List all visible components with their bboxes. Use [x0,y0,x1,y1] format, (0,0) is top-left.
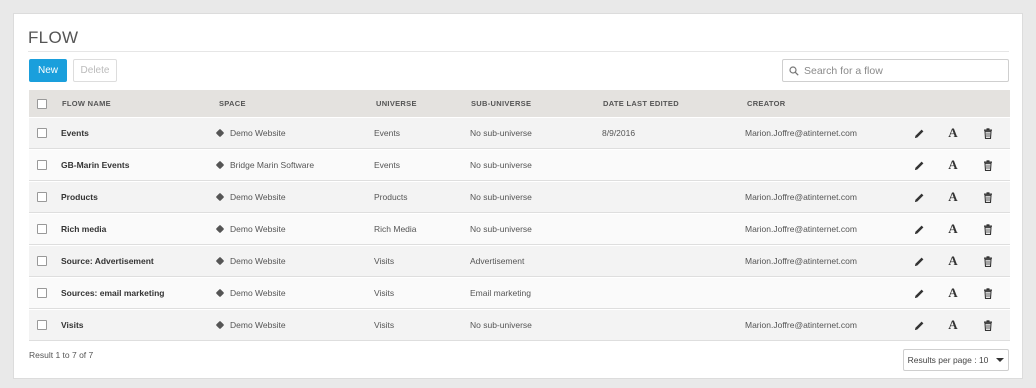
sub-universe: No sub-universe [470,320,532,330]
search-input[interactable]: Search for a flow [782,59,1009,82]
space-name: Demo Website [230,128,286,138]
cube-icon [215,320,225,330]
trash-icon[interactable] [982,127,994,139]
trash-icon[interactable] [982,223,994,235]
font-a-icon[interactable]: A [947,253,959,268]
font-a-icon[interactable]: A [947,189,959,204]
pencil-icon[interactable] [913,159,925,171]
table-header: FLOW NAME SPACE UNIVERSE SUB-UNIVERSE DA… [29,90,1010,117]
creator: Marion.Joffre@atinternet.com [745,192,857,202]
cube-icon [215,192,225,202]
row-checkbox[interactable] [37,320,47,330]
flow-name[interactable]: Events [61,118,89,148]
flow-name[interactable]: Products [61,182,98,212]
pencil-icon[interactable] [913,287,925,299]
caret-down-icon [996,358,1005,362]
cube-icon [215,224,225,234]
table-row[interactable]: Events Demo Website Events No sub-univer… [29,117,1010,149]
new-button[interactable]: New [29,59,67,82]
flow-panel: FLOW New Delete Search for a flow FLOW N… [13,13,1023,379]
trash-icon[interactable] [982,319,994,331]
sub-universe: No sub-universe [470,160,532,170]
cube-icon [215,256,225,266]
sub-universe: No sub-universe [470,128,532,138]
header-date-last-edited[interactable]: DATE LAST EDITED [603,90,679,117]
sub-universe: No sub-universe [470,224,532,234]
sub-universe: Email marketing [470,288,531,298]
sub-universe: No sub-universe [470,192,532,202]
creator: Marion.Joffre@atinternet.com [745,256,857,266]
header-creator[interactable]: CREATOR [747,90,786,117]
trash-icon[interactable] [982,255,994,267]
row-checkbox[interactable] [37,128,47,138]
cube-icon [215,160,225,170]
table-row[interactable]: Products Demo Website Products No sub-un… [29,181,1010,213]
pencil-icon[interactable] [913,319,925,331]
title-divider [28,51,1009,52]
select-all-checkbox[interactable] [37,98,47,109]
table-row[interactable]: Rich media Demo Website Rich Media No su… [29,213,1010,245]
results-per-page-select[interactable]: Results per page : 10 [903,349,1009,371]
table-body: Events Demo Website Events No sub-univer… [29,117,1010,341]
cube-icon [215,288,225,298]
header-sub-universe[interactable]: SUB-UNIVERSE [471,90,531,117]
header-space[interactable]: SPACE [219,90,246,117]
pencil-icon[interactable] [913,255,925,267]
table-row[interactable]: GB-Marin Events Bridge Marin Software Ev… [29,149,1010,181]
universe: Events [374,160,400,170]
result-count: Result 1 to 7 of 7 [29,350,94,360]
creator: Marion.Joffre@atinternet.com [745,320,857,330]
flow-table: FLOW NAME SPACE UNIVERSE SUB-UNIVERSE DA… [29,90,1010,341]
font-a-icon[interactable]: A [947,285,959,300]
table-row[interactable]: Sources: email marketing Demo Website Vi… [29,277,1010,309]
pencil-icon[interactable] [913,127,925,139]
flow-name[interactable]: GB-Marin Events [61,150,130,180]
universe: Visits [374,288,395,298]
creator: Marion.Joffre@atinternet.com [745,128,857,138]
flow-name[interactable]: Source: Advertisement [61,246,154,276]
search-placeholder: Search for a flow [804,64,883,77]
trash-icon[interactable] [982,191,994,203]
universe: Rich Media [374,224,417,234]
font-a-icon[interactable]: A [947,125,959,140]
font-a-icon[interactable]: A [947,157,959,172]
sub-universe: Advertisement [470,256,525,266]
page-title: FLOW [28,28,79,47]
header-universe[interactable]: UNIVERSE [376,90,417,117]
flow-name[interactable]: Visits [61,310,84,340]
header-flow-name[interactable]: FLOW NAME [62,90,111,117]
universe: Visits [374,256,395,266]
results-per-page-label: Results per page : 10 [907,355,989,365]
table-row[interactable]: Visits Demo Website Visits No sub-univer… [29,309,1010,341]
space-name: Demo Website [230,256,286,266]
space-name: Demo Website [230,192,286,202]
pencil-icon[interactable] [913,223,925,235]
space-name: Demo Website [230,288,286,298]
space-name: Bridge Marin Software [230,160,315,170]
creator: Marion.Joffre@atinternet.com [745,224,857,234]
flow-name[interactable]: Rich media [61,214,106,244]
cube-icon [215,128,225,138]
delete-button[interactable]: Delete [73,59,117,82]
universe: Events [374,128,400,138]
table-row[interactable]: Source: Advertisement Demo Website Visit… [29,245,1010,277]
universe: Visits [374,320,395,330]
space-name: Demo Website [230,320,286,330]
row-checkbox[interactable] [37,192,47,202]
space-name: Demo Website [230,224,286,234]
search-icon [789,65,799,76]
row-checkbox[interactable] [37,160,47,170]
font-a-icon[interactable]: A [947,221,959,236]
pencil-icon[interactable] [913,191,925,203]
row-checkbox[interactable] [37,256,47,266]
universe: Products [374,192,408,202]
font-a-icon[interactable]: A [947,317,959,332]
row-checkbox[interactable] [37,288,47,298]
trash-icon[interactable] [982,159,994,171]
date-last-edited: 8/9/2016 [602,128,636,138]
flow-name[interactable]: Sources: email marketing [61,278,164,308]
trash-icon[interactable] [982,287,994,299]
row-checkbox[interactable] [37,224,47,234]
